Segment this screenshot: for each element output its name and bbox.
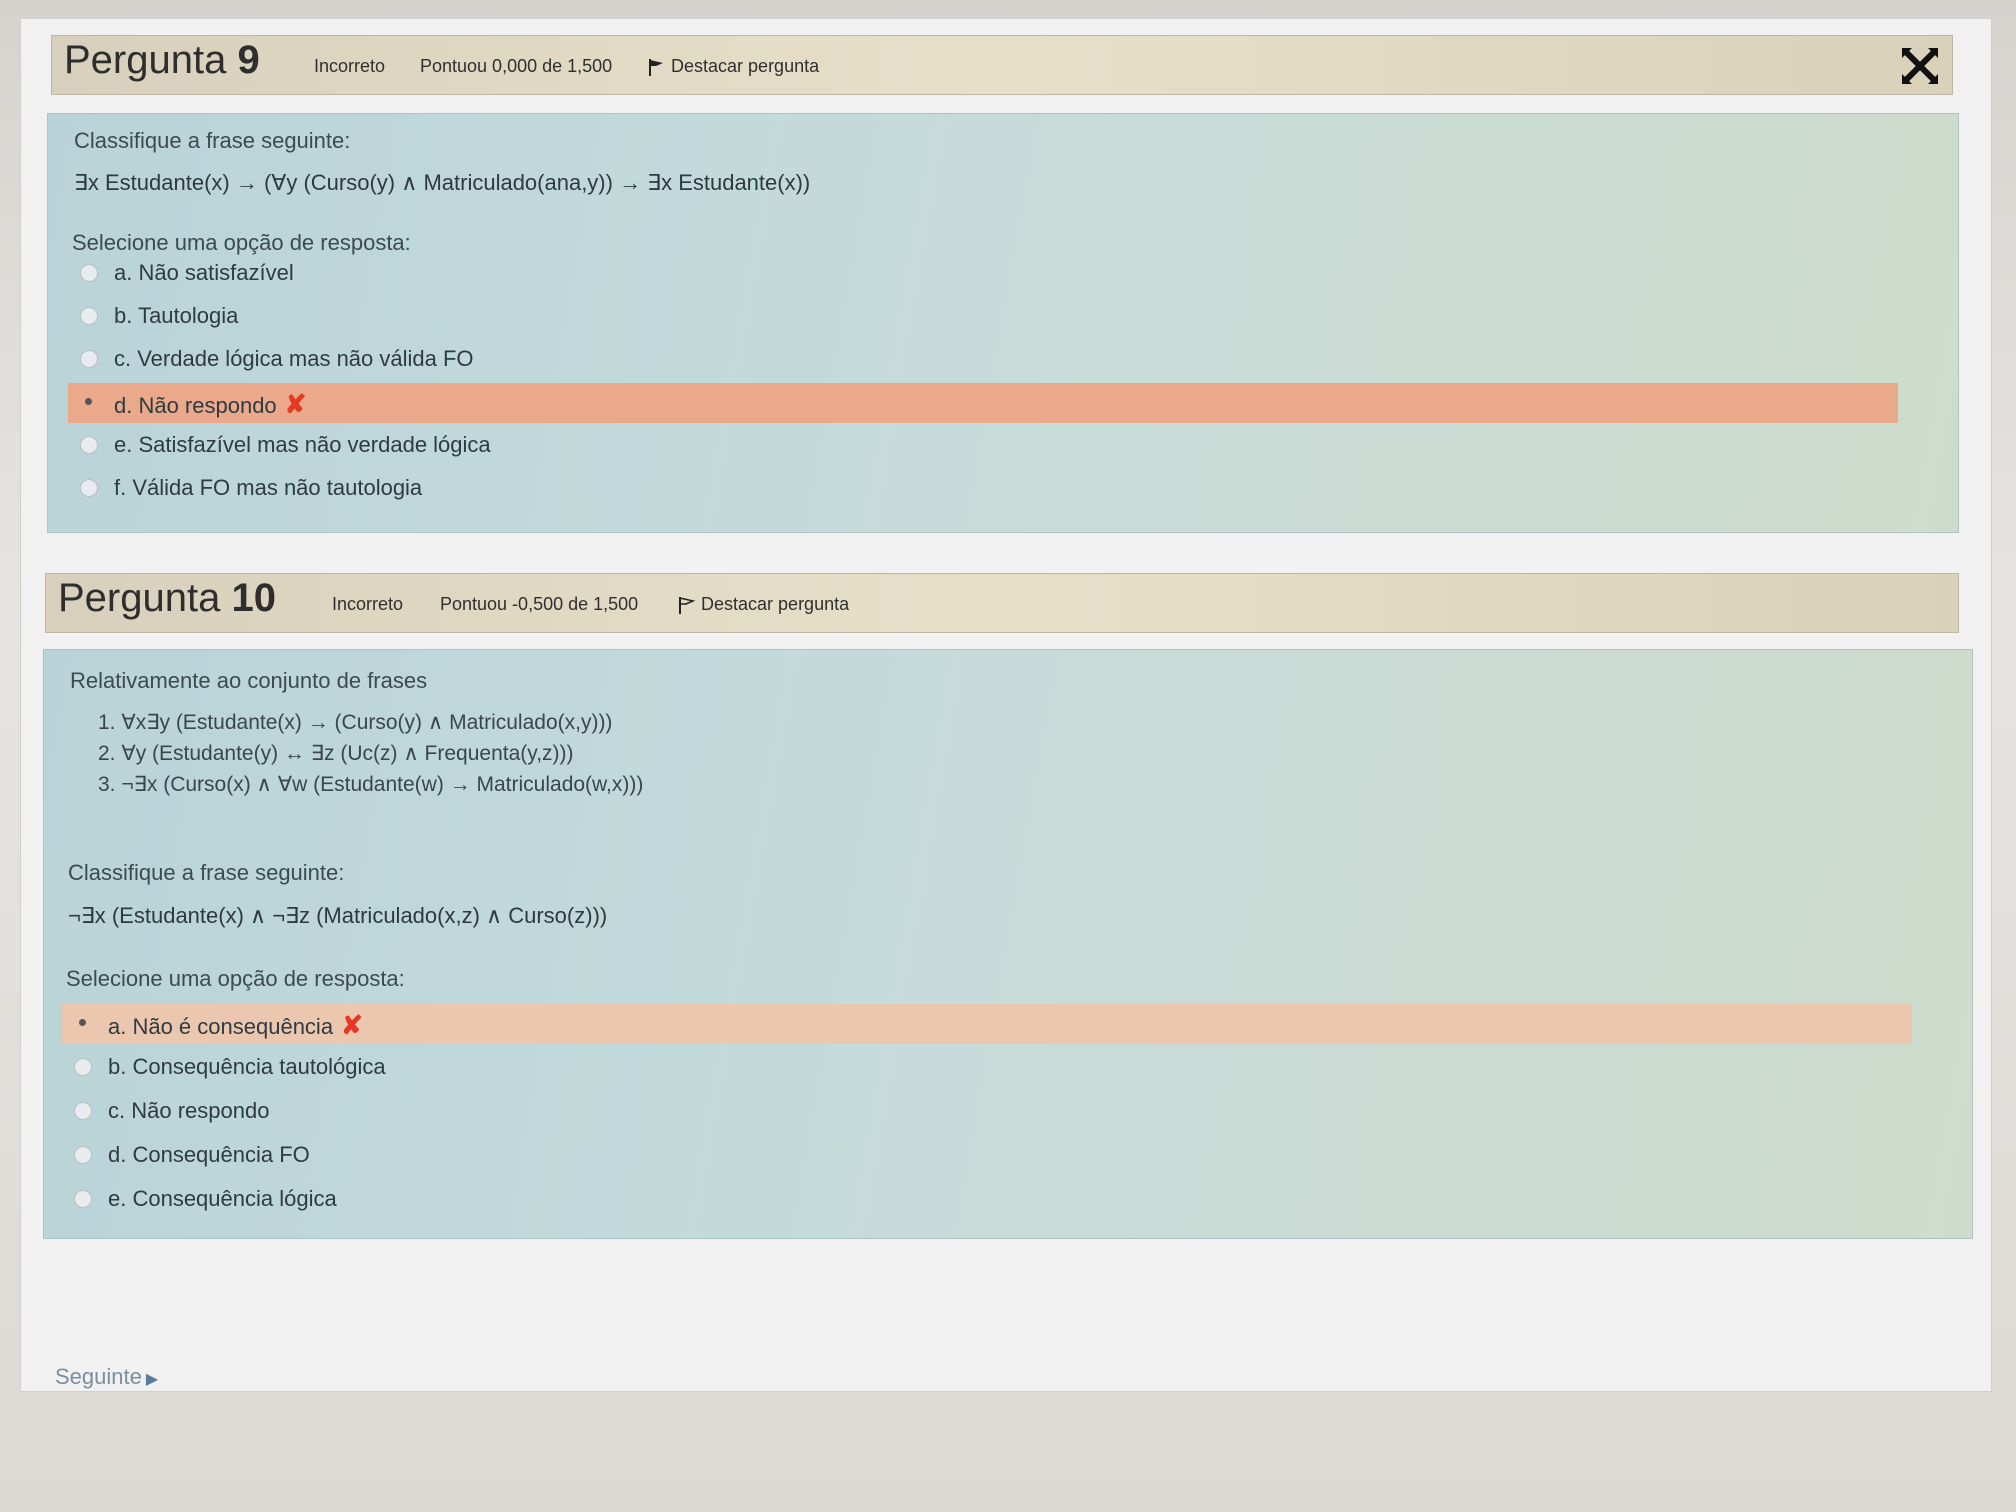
option-label: f. Válida FO mas não tautologia xyxy=(114,475,423,500)
question-9-header: Pergunta 9 Incorreto Pontuou 0,000 de 1,… xyxy=(51,35,1953,95)
flag-icon xyxy=(649,59,663,77)
flag-icon xyxy=(679,597,696,615)
option-label: d. Não respondo xyxy=(114,393,277,418)
radio-button[interactable] xyxy=(74,1190,92,1208)
question-10-body: Relativamente ao conjunto de frases 1. ∀… xyxy=(43,649,1973,1239)
question-title-prefix: Pergunta xyxy=(58,576,221,620)
option-label: c. Não respondo xyxy=(108,1098,270,1123)
question-9-score: Pontuou 0,000 de 1,500 xyxy=(420,56,613,76)
question-9-flag-link[interactable]: Destacar pergunta xyxy=(646,56,819,77)
option-label: b. Consequência tautológica xyxy=(108,1054,386,1079)
q10-option-e[interactable]: e. Consequência lógica xyxy=(62,1180,1892,1220)
radio-button[interactable] xyxy=(74,1058,92,1076)
radio-button[interactable] xyxy=(80,350,98,368)
question-9-select-label: Selecione uma opção de resposta: xyxy=(72,230,411,255)
question-9-formula: ∃x Estudante(x) → (∀y (Curso(y) ∧ Matric… xyxy=(74,170,811,195)
radio-button[interactable] xyxy=(74,1102,92,1120)
radio-button-checked[interactable] xyxy=(74,1014,92,1032)
question-9-title: Pergunta 9 xyxy=(64,38,260,83)
option-label: a. Não é consequência xyxy=(108,1014,334,1039)
question-10-select-label: Selecione uma opção de resposta: xyxy=(66,966,405,991)
flag-label: Destacar pergunta xyxy=(671,56,820,76)
option-label: d. Consequência FO xyxy=(108,1142,310,1167)
sentence-2: 2. ∀y (Estudante(y) ↔ ∃z (Uc(z) ∧ Freque… xyxy=(98,742,574,765)
question-10-intro: Relativamente ao conjunto de frases xyxy=(70,668,428,693)
question-10-prompt: Classifique a frase seguinte: xyxy=(68,860,345,885)
question-title-prefix: Pergunta xyxy=(64,38,227,82)
fullscreen-close-icon[interactable] xyxy=(1900,46,1940,86)
q9-option-f[interactable]: f. Válida FO mas não tautologia xyxy=(68,469,1898,509)
option-label: b. Tautologia xyxy=(114,303,239,328)
sentence-1: 1. ∀x∃y (Estudante(x) → (Curso(y) ∧ Matr… xyxy=(98,711,613,734)
radio-button[interactable] xyxy=(80,307,98,325)
radio-button[interactable] xyxy=(80,479,98,497)
next-label: Seguinte xyxy=(55,1364,142,1389)
q10-option-c[interactable]: c. Não respondo xyxy=(62,1092,1892,1132)
option-label: a. Não satisfazível xyxy=(114,260,294,285)
q9-option-c[interactable]: c. Verdade lógica mas não válida FO xyxy=(68,340,1898,380)
q10-option-b[interactable]: b. Consequência tautológica xyxy=(62,1048,1892,1088)
option-label: c. Verdade lógica mas não válida FO xyxy=(114,346,474,371)
question-9-status: Incorreto xyxy=(314,56,386,76)
q9-option-d-selected[interactable]: d. Não respondo ✘ xyxy=(68,383,1898,423)
question-10-status: Incorreto xyxy=(332,594,404,614)
q9-option-a[interactable]: a. Não satisfazível xyxy=(68,254,1898,294)
flag-label: Destacar pergunta xyxy=(701,594,850,614)
q10-option-d[interactable]: d. Consequência FO xyxy=(62,1136,1892,1176)
question-9-body: Classifique a frase seguinte: ∃x Estudan… xyxy=(47,113,1959,533)
q9-option-e[interactable]: e. Satisfazível mas não verdade lógica xyxy=(68,426,1898,466)
next-page-link[interactable]: Seguinte ▶ xyxy=(55,1364,158,1390)
radio-button[interactable] xyxy=(80,264,98,282)
option-label-wrap: a. Não é consequência ✘ xyxy=(108,1010,363,1041)
question-10-score: Pontuou -0,500 de 1,500 xyxy=(440,594,639,614)
play-arrow-icon: ▶ xyxy=(145,1371,159,1388)
sentence-3: 3. ¬∃x (Curso(x) ∧ ∀w (Estudante(w) → Ma… xyxy=(98,773,644,796)
option-label-wrap: d. Não respondo ✘ xyxy=(114,389,306,420)
question-10-flag-link[interactable]: Destacar pergunta xyxy=(676,594,849,615)
radio-button-checked[interactable] xyxy=(80,393,98,411)
question-10-title: Pergunta 10 xyxy=(58,576,276,621)
radio-button[interactable] xyxy=(74,1146,92,1164)
question-10-header: Pergunta 10 Incorreto Pontuou -0,500 de … xyxy=(45,573,1959,633)
q10-option-a-selected[interactable]: a. Não é consequência ✘ xyxy=(62,1004,1912,1044)
q9-option-b[interactable]: b. Tautologia xyxy=(68,297,1898,337)
option-label: e. Satisfazível mas não verdade lógica xyxy=(114,432,491,457)
question-10-formula: ¬∃x (Estudante(x) ∧ ¬∃z (Matriculado(x,z… xyxy=(68,903,608,928)
incorrect-icon: ✘ xyxy=(284,389,307,419)
option-label: e. Consequência lógica xyxy=(108,1186,337,1211)
radio-button[interactable] xyxy=(80,436,98,454)
quiz-review-page: Pergunta 9 Incorreto Pontuou 0,000 de 1,… xyxy=(20,18,1992,1392)
incorrect-icon: ✘ xyxy=(341,1010,363,1040)
question-number: 10 xyxy=(231,576,276,620)
question-number: 9 xyxy=(237,38,260,82)
question-9-prompt: Classifique a frase seguinte: xyxy=(74,128,351,153)
